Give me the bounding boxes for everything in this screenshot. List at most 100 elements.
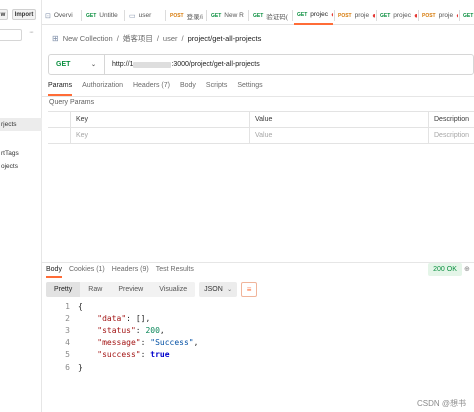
- sidebar-item-get-all-projects[interactable]: rjects: [0, 118, 42, 131]
- json-value: true: [150, 350, 170, 360]
- tab-get-projects-3[interactable]: GET proje ●: [460, 6, 474, 25]
- breadcrumb-separator: /: [116, 34, 119, 43]
- tab-divider: [292, 10, 293, 21]
- status-badge[interactable]: 200 OK: [428, 263, 462, 276]
- globe-icon[interactable]: ⊕: [464, 265, 470, 273]
- tab-label: Overvi: [53, 12, 73, 19]
- tab-divider: [124, 10, 125, 21]
- chevron-down-icon: ⌄: [227, 287, 233, 293]
- method-badge: GET: [380, 12, 391, 19]
- response-tab-headers[interactable]: Headers (9): [112, 266, 149, 278]
- view-pretty-button[interactable]: Pretty: [46, 282, 81, 297]
- view-mode-group: Pretty Raw Preview Visualize: [46, 282, 196, 297]
- tab-body[interactable]: Body: [180, 82, 196, 96]
- tab-label: Untitle: [99, 12, 118, 19]
- collection-icon: ⊞: [52, 34, 59, 43]
- import-button[interactable]: Import: [12, 9, 36, 20]
- json-value: []: [135, 313, 146, 323]
- response-tabs: Body Cookies (1) Headers (9) Test Result…: [46, 266, 201, 278]
- unsaved-dot-icon: ●: [414, 10, 417, 20]
- tab-settings[interactable]: Settings: [237, 82, 262, 96]
- params-table: Key Value Description Key Value Descript…: [48, 111, 474, 144]
- breadcrumb-separator: /: [181, 34, 184, 43]
- view-preview-button[interactable]: Preview: [110, 282, 152, 297]
- request-tabs: Params Authorization Headers (7) Body Sc…: [48, 82, 273, 96]
- line-number: 4: [65, 338, 70, 348]
- watermark: CSDN @想书: [416, 399, 466, 408]
- tab-headers[interactable]: Headers (7): [133, 82, 170, 96]
- response-tab-body[interactable]: Body: [46, 266, 62, 278]
- method-label: GET: [56, 61, 71, 68]
- tab-overview[interactable]: ⊡ Overvi: [42, 6, 80, 25]
- new-button[interactable]: w: [0, 9, 8, 20]
- tab-label: proje: [438, 12, 454, 19]
- tab-label: projec: [310, 11, 328, 18]
- sidebar-item-tags[interactable]: rtTags: [0, 149, 42, 159]
- wrap-lines-icon[interactable]: ≡: [241, 282, 258, 297]
- sidebar-item-projects[interactable]: ojects: [0, 162, 42, 172]
- code-line: 1 {: [56, 300, 198, 312]
- response-tab-test-results[interactable]: Test Results: [156, 266, 194, 278]
- response-view-toolbar: Pretty Raw Preview Visualize JSON ⌄ ≡: [46, 282, 258, 297]
- tab-captcha[interactable]: GET 验证码(: [250, 6, 291, 25]
- tab-new-request[interactable]: GET New R: [208, 6, 247, 25]
- method-badge: POST: [422, 12, 436, 19]
- response-body[interactable]: 1 { 2 "data": [], 3 "status": 200, 4 "me…: [56, 300, 198, 373]
- method-badge: GET: [253, 12, 264, 19]
- format-label: JSON: [204, 286, 223, 293]
- json-key: "success": [97, 350, 141, 360]
- param-value-input[interactable]: Value: [250, 128, 429, 143]
- breadcrumb-item-project[interactable]: 婚客项目: [123, 33, 153, 44]
- tab-label: proje: [354, 12, 370, 19]
- column-header-key: Key: [71, 112, 250, 127]
- url-input[interactable]: http://1 :3000/project/get-all-projects: [105, 61, 260, 68]
- param-key-input[interactable]: Key: [71, 128, 250, 143]
- line-number: 6: [65, 362, 70, 372]
- sidebar: w Import ··· rjects rtTags ojects: [0, 0, 42, 412]
- tab-divider: [248, 10, 249, 21]
- param-description-input[interactable]: Description: [429, 128, 474, 143]
- url-prefix: http://1: [112, 61, 134, 68]
- code-line: 6 }: [56, 361, 198, 373]
- tab-untitled[interactable]: GET Untitle: [83, 6, 123, 25]
- tab-divider: [206, 10, 207, 21]
- checkbox-column-header: [48, 112, 71, 127]
- method-badge: GET: [211, 12, 222, 19]
- view-visualize-button[interactable]: Visualize: [151, 282, 196, 297]
- method-select[interactable]: GET ⌄: [49, 55, 105, 74]
- tab-scripts[interactable]: Scripts: [206, 82, 227, 96]
- code-line: 2 "data": [],: [56, 312, 198, 324]
- breadcrumb-item-collection[interactable]: New Collection: [63, 34, 113, 43]
- response-divider[interactable]: [42, 262, 474, 263]
- redacted-host: [133, 61, 172, 68]
- request-tab-bar: ⊡ Overvi GET Untitle ▭ user POST 登录/i GE…: [42, 6, 474, 25]
- method-badge: GET: [297, 11, 308, 18]
- code-line: 3 "status": 200,: [56, 324, 198, 336]
- tab-post-projects[interactable]: POST proje ●: [335, 6, 375, 25]
- tab-get-projects-active[interactable]: GET projec ●: [294, 6, 333, 25]
- breadcrumb-item-user[interactable]: user: [163, 34, 178, 43]
- line-number: 2: [65, 313, 70, 323]
- view-raw-button[interactable]: Raw: [80, 282, 111, 297]
- row-checkbox[interactable]: [48, 128, 71, 143]
- tab-get-projects-2[interactable]: GET projec ●: [377, 6, 417, 25]
- json-key: "data": [97, 313, 127, 323]
- format-select[interactable]: JSON ⌄: [199, 282, 238, 297]
- method-badge: GET: [86, 12, 97, 19]
- tab-post-projects-2[interactable]: POST proje ●: [419, 6, 458, 25]
- tab-authorization[interactable]: Authorization: [82, 82, 123, 96]
- tab-user[interactable]: ▭ user: [126, 6, 164, 25]
- query-params-heading: Query Params: [49, 99, 95, 106]
- response-tab-cookies[interactable]: Cookies (1): [69, 266, 105, 278]
- url-suffix: :3000/project/get-all-projects: [171, 61, 260, 68]
- tab-params[interactable]: Params: [48, 82, 73, 96]
- tab-label: 验证码(: [266, 13, 288, 21]
- tab-login[interactable]: POST 登录/i: [167, 6, 205, 25]
- sidebar-search-input[interactable]: [0, 29, 22, 41]
- unsaved-dot-icon: ●: [456, 11, 458, 20]
- folder-icon: ▭: [129, 12, 136, 20]
- table-header-row: Key Value Description: [48, 112, 474, 128]
- request-name[interactable]: project/get-all-projects: [188, 34, 262, 43]
- method-badge: GET: [463, 12, 474, 19]
- more-options-icon[interactable]: ···: [29, 29, 34, 36]
